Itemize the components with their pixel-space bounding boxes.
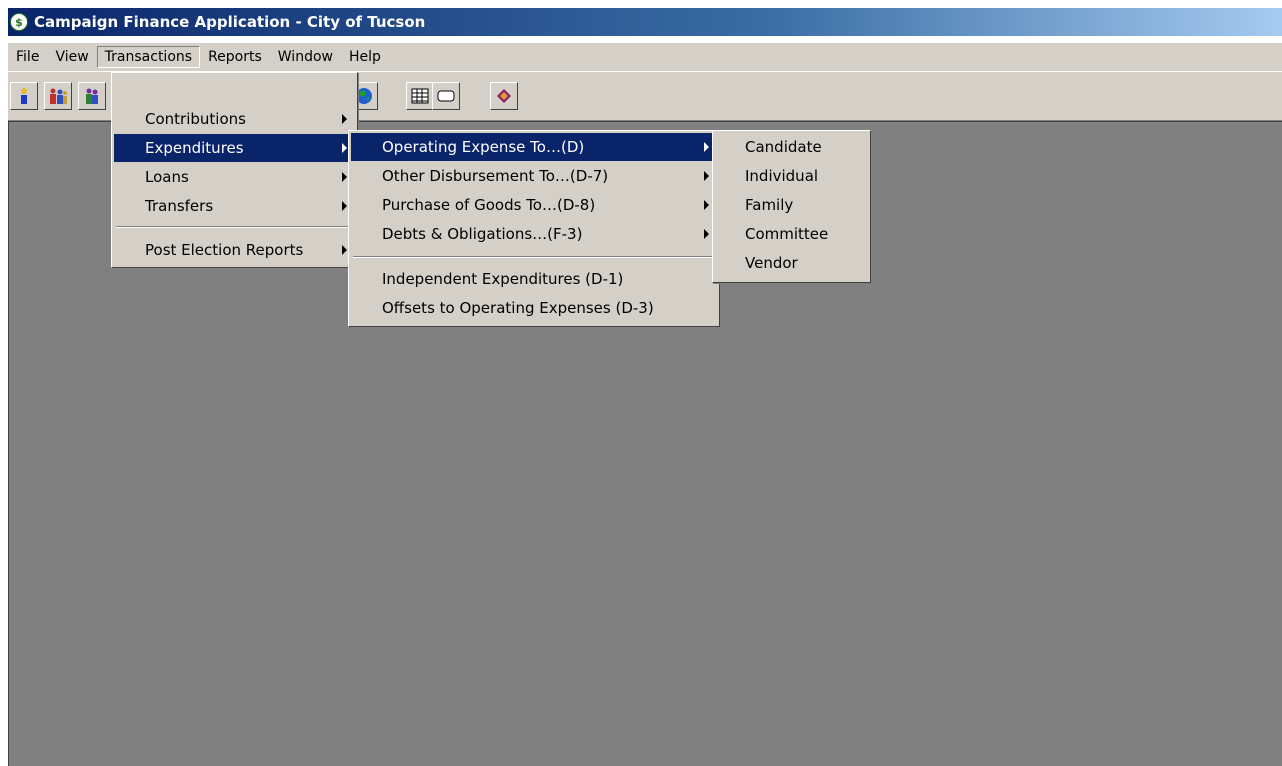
menu-item-purchase-of-goods[interactable]: Purchase of Goods To…(D-8) [351,191,717,219]
menu-item-label: Purchase of Goods To…(D-8) [382,196,596,214]
menu-item-label: Post Election Reports [145,241,304,259]
menu-item-label: Vendor [745,254,798,272]
menu-item-label: Loans [145,168,189,186]
menu-item-label: Committee [745,225,829,243]
title-bar: $ Campaign Finance Application - City of… [8,8,1282,36]
menu-help[interactable]: Help [341,46,389,68]
table-icon[interactable] [406,82,434,110]
menu-item-label: Individual [745,167,819,185]
menu-item-label: Other Disbursement To…(D-7) [382,167,609,185]
dollar-seal-icon[interactable]: $ [10,13,28,31]
rectangle-icon[interactable] [432,82,460,110]
window-title: Campaign Finance Application - City of T… [34,13,426,31]
people-icon[interactable] [78,82,106,110]
operating-expense-submenu: Candidate Individual Family Committee Ve… [712,130,871,283]
menu-item-label: Independent Expenditures (D-1) [382,270,624,288]
menu-item-offsets-operating-expenses[interactable]: Offsets to Operating Expenses (D-3) [351,294,717,322]
menu-item-independent-expenditures[interactable]: Independent Expenditures (D-1) [351,265,717,293]
menu-item-debts-obligations[interactable]: Debts & Obligations…(F-3) [351,220,717,248]
menu-separator [353,256,715,258]
menu-bar: File View Transactions Reports Window He… [8,43,1282,71]
menu-item-post-election-reports[interactable]: Post Election Reports [114,236,355,264]
submenu-arrow-icon [704,200,709,210]
menu-item-other-disbursement[interactable]: Other Disbursement To…(D-7) [351,162,717,190]
menu-item-operating-expense[interactable]: Operating Expense To…(D) [351,133,717,161]
menu-item-label: Candidate [745,138,822,156]
transactions-menu: Contributions Expenditures Loans Transfe… [111,72,358,268]
submenu-arrow-icon [342,143,347,153]
menu-item-label: Family [745,196,794,214]
submenu-arrow-icon [342,245,347,255]
menu-item-label: Transfers [145,197,214,215]
menu-item-candidate[interactable]: Candidate [715,133,868,161]
submenu-arrow-icon [342,114,347,124]
menu-window[interactable]: Window [270,46,341,68]
menu-item-committee[interactable]: Committee [715,220,868,248]
submenu-arrow-icon [342,172,347,182]
expenditures-submenu: Operating Expense To…(D) Other Disbursem… [348,130,720,327]
menu-item-transfers[interactable]: Transfers [114,192,355,220]
submenu-arrow-icon [704,229,709,239]
menu-item-label: Expenditures [145,139,244,157]
menu-item-label: Offsets to Operating Expenses (D-3) [382,299,654,317]
menu-item-label: Contributions [145,110,246,128]
menu-item-contributions[interactable]: Contributions [114,105,355,133]
menu-transactions[interactable]: Transactions [96,46,201,68]
menu-item-individual[interactable]: Individual [715,162,868,190]
menu-item-label: Debts & Obligations…(F-3) [382,225,583,243]
menu-item-family[interactable]: Family [715,191,868,219]
submenu-arrow-icon [342,201,347,211]
group-icon[interactable] [44,82,72,110]
menu-item-expenditures[interactable]: Expenditures [114,134,355,162]
menu-file[interactable]: File [8,46,47,68]
submenu-arrow-icon [704,171,709,181]
menu-item-loans[interactable]: Loans [114,163,355,191]
menu-reports[interactable]: Reports [200,46,270,68]
menu-view[interactable]: View [47,46,96,68]
person-icon[interactable] [10,82,38,110]
menu-item-vendor[interactable]: Vendor [715,249,868,277]
submenu-arrow-icon [704,142,709,152]
book-icon[interactable] [490,82,518,110]
menu-item-label: Operating Expense To…(D) [382,138,585,156]
menu-separator [116,226,353,228]
